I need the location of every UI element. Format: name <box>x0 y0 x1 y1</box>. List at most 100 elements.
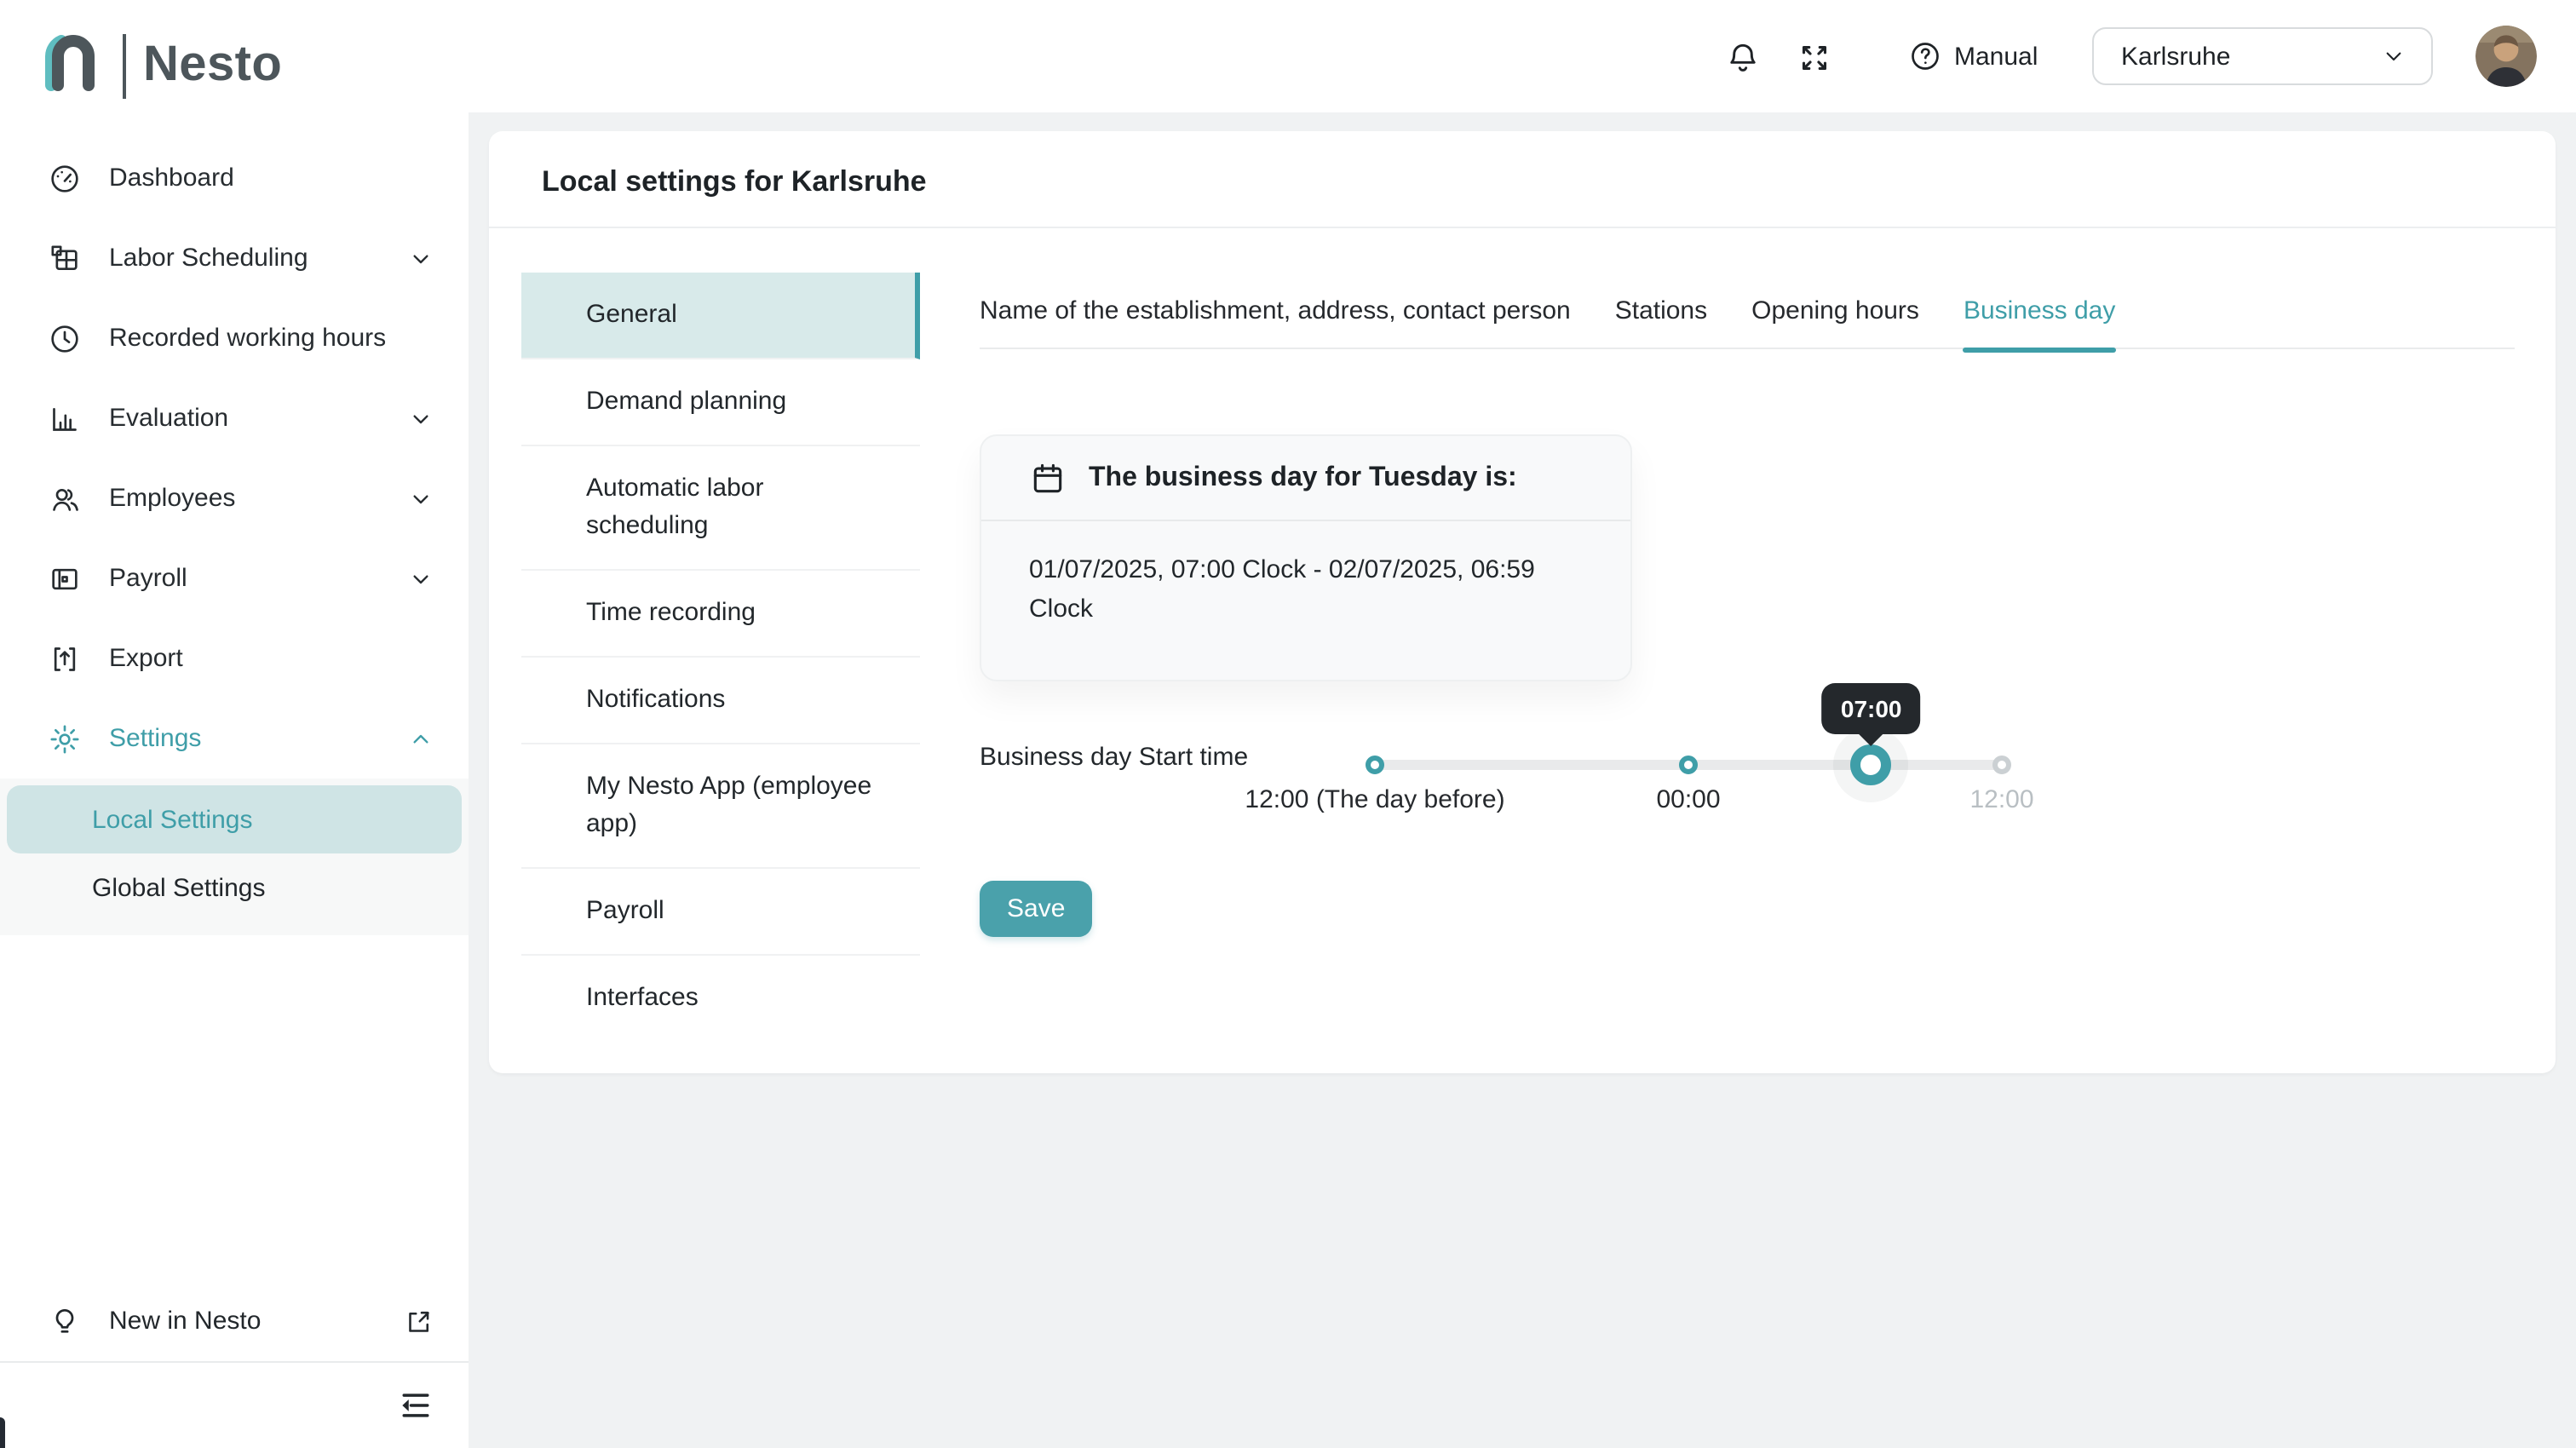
nav-item-payroll[interactable]: Payroll <box>521 869 920 956</box>
collapse-row <box>0 1363 469 1448</box>
calendar-icon <box>1029 460 1067 497</box>
settings-submenu: Local Settings Global Settings <box>0 779 469 935</box>
tab-row: Name of the establishment, address, cont… <box>980 295 2515 349</box>
export-icon <box>48 641 82 675</box>
slider-tick-dot-midnight <box>1679 756 1698 774</box>
sidebar-item-label: Recorded working hours <box>109 324 434 353</box>
avatar[interactable] <box>2475 26 2537 87</box>
sidebar-nav: Dashboard Labor Scheduling <box>0 138 469 935</box>
sidebar-item-labor-scheduling[interactable]: Labor Scheduling <box>0 218 469 298</box>
nesto-logo-mark <box>37 27 106 104</box>
sidebar: Nesto Dashboard <box>0 0 469 1448</box>
slider-tick-label-noon: 12:00 <box>1969 785 2033 814</box>
sidebar-item-payroll[interactable]: Payroll <box>0 538 469 618</box>
nav-item-label: General <box>586 300 677 329</box>
save-button[interactable]: Save <box>980 881 1092 937</box>
tab-label: Stations <box>1615 296 1707 325</box>
nav-item-interfaces[interactable]: Interfaces <box>521 956 920 1041</box>
sidebar-item-label: Settings <box>109 724 380 753</box>
tab-label: Business day <box>1964 296 2115 325</box>
chevron-up-icon <box>407 725 434 752</box>
nav-item-general[interactable]: General <box>521 273 920 359</box>
sidebar-footer: New in Nesto <box>0 1281 469 1448</box>
sidebar-item-label: Payroll <box>109 564 380 593</box>
nav-item-label: My Nesto App (employee app) <box>586 772 871 838</box>
sidebar-item-local-settings[interactable]: Local Settings <box>7 785 462 853</box>
tab-establishment-info[interactable]: Name of the establishment, address, cont… <box>980 295 1571 329</box>
nav-item-time-recording[interactable]: Time recording <box>521 571 920 658</box>
nesto-logo[interactable]: Nesto <box>37 27 282 104</box>
sidebar-item-label: Employees <box>109 484 380 513</box>
slider-label: Business day Start time <box>980 741 1248 775</box>
nav-item-notifications[interactable]: Notifications <box>521 658 920 744</box>
wallet-icon <box>48 561 82 595</box>
bell-icon[interactable] <box>1724 39 1762 77</box>
location-selector[interactable]: Karlsruhe <box>2092 27 2433 85</box>
sidebar-item-export[interactable]: Export <box>0 618 469 698</box>
nav-item-label: Interfaces <box>586 983 699 1012</box>
chevron-down-icon <box>2380 43 2407 70</box>
business-day-info-card: The business day for Tuesday is: 01/07/2… <box>980 434 1632 681</box>
nav-item-automatic-labor-scheduling[interactable]: Automatic labor scheduling <box>521 446 920 571</box>
lightbulb-icon <box>48 1304 82 1338</box>
main-area: Local settings for Karlsruhe General Dem… <box>469 112 2576 1448</box>
tab-business-day[interactable]: Business day <box>1964 295 2115 329</box>
tab-label: Name of the establishment, address, cont… <box>980 296 1571 325</box>
location-selected-value: Karlsruhe <box>2121 42 2230 71</box>
sidebar-item-label: Export <box>109 644 434 673</box>
info-card-title: The business day for Tuesday is: <box>1089 463 1517 494</box>
nav-item-label: Payroll <box>586 896 664 925</box>
users-icon <box>48 481 82 515</box>
sidebar-item-global-settings[interactable]: Global Settings <box>7 853 462 922</box>
info-card-header: The business day for Tuesday is: <box>981 436 1630 521</box>
card-header: Local settings for Karlsruhe <box>489 131 2556 228</box>
slider-tick-dot-start <box>1366 756 1384 774</box>
new-in-nesto-link[interactable]: New in Nesto <box>0 1281 469 1361</box>
tab-opening-hours[interactable]: Opening hours <box>1751 295 1919 329</box>
sidebar-item-evaluation[interactable]: Evaluation <box>0 378 469 458</box>
slider-handle[interactable] <box>1851 744 1892 785</box>
tab-stations[interactable]: Stations <box>1615 295 1707 329</box>
app-window: Manual Karlsruhe <box>0 0 2576 1448</box>
sidebar-item-employees[interactable]: Employees <box>0 458 469 538</box>
chevron-down-icon <box>407 405 434 432</box>
slider-tick-label-midnight: 00:00 <box>1656 785 1720 814</box>
business-day-start-slider[interactable]: 07:00 <box>1375 760 2002 770</box>
gear-icon <box>48 721 82 756</box>
bottom-left-widget-sliver <box>0 1417 5 1448</box>
local-settings-card: Local settings for Karlsruhe General Dem… <box>489 131 2556 1073</box>
tab-label: Opening hours <box>1751 296 1919 325</box>
slider-tick-label-day-before: 12:00 (The day before) <box>1245 785 1504 814</box>
nav-item-demand-planning[interactable]: Demand planning <box>521 359 920 446</box>
clock-icon <box>48 321 82 355</box>
info-card-value: 01/07/2025, 07:00 Clock - 02/07/2025, 06… <box>981 521 1630 658</box>
gauge-icon <box>48 161 82 195</box>
schedule-grid-icon <box>48 241 82 275</box>
manual-label: Manual <box>1954 42 2038 71</box>
submenu-item-label: Global Settings <box>92 873 265 902</box>
help-circle-icon <box>1908 39 1942 73</box>
nav-item-label: Demand planning <box>586 387 786 416</box>
chevron-down-icon <box>407 244 434 272</box>
sidebar-item-recorded-working-hours[interactable]: Recorded working hours <box>0 298 469 378</box>
bar-chart-icon <box>48 401 82 435</box>
sidebar-item-settings[interactable]: Settings <box>0 698 469 779</box>
nav-item-label: Notifications <box>586 685 725 714</box>
settings-section-nav: General Demand planning Automatic labor … <box>521 273 920 1041</box>
logo-separator <box>123 33 126 98</box>
fullscreen-icon[interactable] <box>1796 39 1833 77</box>
chevron-down-icon <box>407 565 434 592</box>
sidebar-item-dashboard[interactable]: Dashboard <box>0 138 469 218</box>
slider-value-tooltip: 07:00 <box>1822 683 1921 734</box>
submenu-item-label: Local Settings <box>92 805 252 834</box>
manual-link[interactable]: Manual <box>1908 39 2038 73</box>
collapse-sidebar-icon[interactable] <box>397 1387 434 1424</box>
nav-item-label: Automatic labor scheduling <box>586 474 763 540</box>
nav-item-my-nesto-app[interactable]: My Nesto App (employee app) <box>521 744 920 869</box>
new-in-nesto-label: New in Nesto <box>109 1307 377 1336</box>
slider-tick-dot-end <box>1992 756 2011 774</box>
page-title: Local settings for Karlsruhe <box>542 165 2503 199</box>
nav-item-label: Time recording <box>586 598 756 627</box>
external-link-icon <box>404 1306 434 1336</box>
sidebar-item-label: Labor Scheduling <box>109 244 380 273</box>
